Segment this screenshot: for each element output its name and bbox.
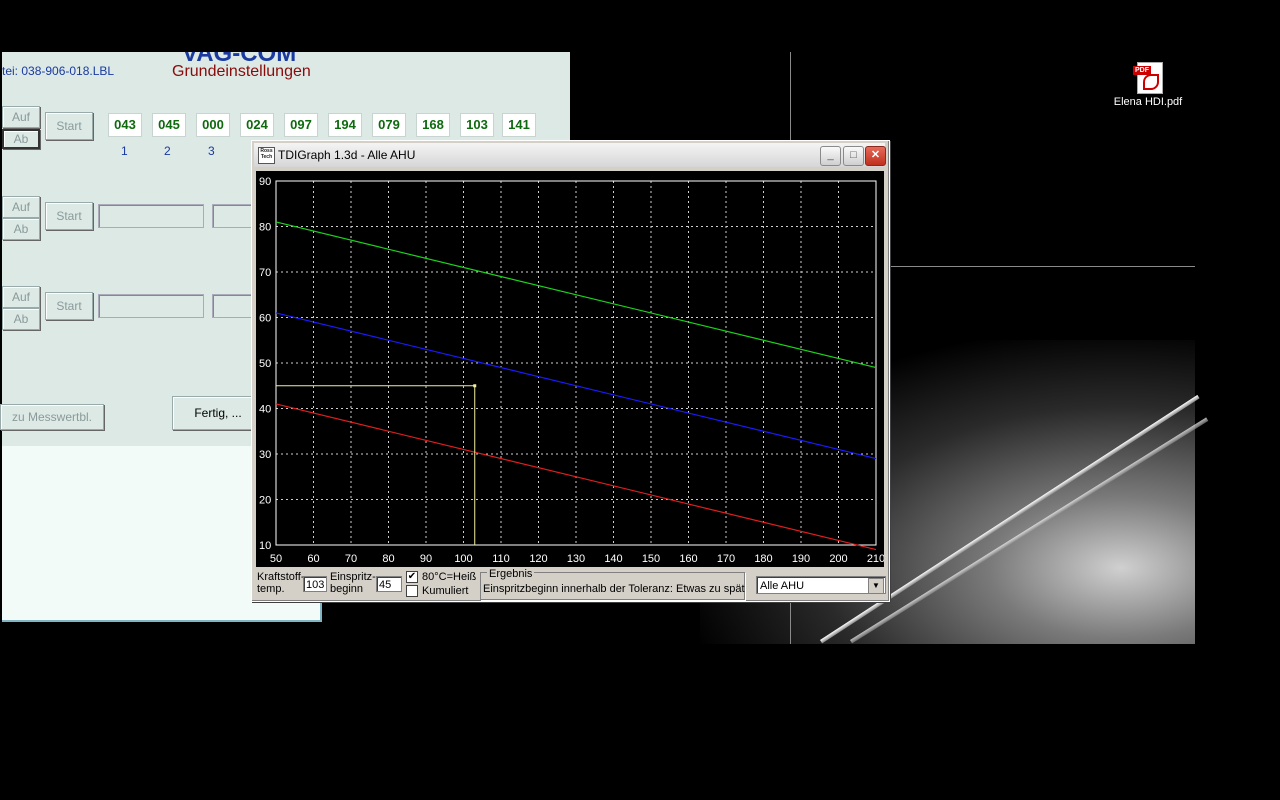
y-tick-label: 70 [259,267,271,279]
y-tick-label: 50 [259,358,271,370]
x-tick-label: 50 [270,553,282,565]
value-box: 103 [460,113,494,137]
value-box: 079 [372,113,406,137]
injection-start-input[interactable]: 45 [376,576,402,592]
marker-point [473,384,477,388]
hot-label: 80°C=Heiß [422,571,477,583]
profile-select-value: Alle AHU [760,580,805,592]
group2-up-button[interactable]: Auf [2,196,40,218]
x-tick-label: 180 [754,553,772,565]
hot-checkbox[interactable]: ✔ [406,571,418,583]
desktop-file-label: Elena HDI.pdf [1113,96,1183,108]
maximize-button[interactable]: □ [843,146,864,166]
series-line-1 [275,221,877,369]
group1-up-button[interactable]: Auf [2,106,40,128]
value-box: 141 [502,113,536,137]
x-tick-label: 160 [679,553,697,565]
window-title: TDIGraph 1.3d - Alle AHU [278,148,416,162]
value-box: 024 [240,113,274,137]
y-tick-label: 60 [259,313,271,325]
y-tick-label: 30 [259,449,271,461]
minimize-button[interactable]: _ [820,146,841,166]
x-tick-label: 110 [492,553,510,565]
page-heading: Grundeinstellungen [172,63,311,80]
profile-select[interactable]: Alle AHU ▼ [756,576,886,594]
wallpaper-line [888,266,1195,267]
cumulative-checkbox[interactable] [406,585,418,597]
group3-input[interactable] [98,294,204,318]
injection-timing-chart: 50 60 70 80 90 100 110 120 130 140 150 160 170 180 190… [259,176,884,565]
group3-up-button[interactable]: Auf [2,286,40,308]
result-text: Einspritzbeginn innerhalb der Toleranz: … [483,583,745,595]
y-tick-label: 10 [259,540,271,552]
group3-down-button[interactable]: Ab [2,308,40,330]
x-tick-label: 130 [567,553,585,565]
injection-start-label: Einspritz- beginn [330,571,376,595]
x-tick-label: 200 [829,553,847,565]
group2-down-button[interactable]: Ab [2,218,40,240]
x-tick-label: 170 [717,553,735,565]
window-titlebar[interactable]: Ross Tech TDIGraph 1.3d - Alle AHU _ □ ✕ [254,143,886,167]
x-tick-label: 120 [529,553,547,565]
x-tick-label: 70 [345,553,357,565]
label-file: tei: 038-906-018.LBL [2,64,115,78]
value-box: 043 [108,113,142,137]
cumulative-label: Kumuliert [422,585,469,597]
footer-controls: Kraftstoff- temp. 103 Einspritz- beginn … [256,568,886,600]
field-index: 1 [121,144,128,158]
y-tick-label: 40 [259,404,271,416]
x-tick-label: 80 [382,553,394,565]
value-box: 168 [416,113,450,137]
group1-down-button[interactable]: Ab [2,129,40,149]
group2-input[interactable] [98,204,204,228]
back-to-measure-button[interactable]: zu Messwertbl. [0,404,104,430]
close-button[interactable]: ✕ [865,146,886,166]
app-icon: Ross Tech [258,147,275,164]
x-tick-label: 100 [454,553,472,565]
field-index: 3 [208,144,215,158]
graph-area: 50 60 70 80 90 100 110 120 130 140 150 160 170 180 190… [256,171,884,567]
x-tick-label: 140 [604,553,622,565]
chevron-down-icon[interactable]: ▼ [868,578,884,594]
group3-start-button[interactable]: Start [45,292,93,320]
group2-input[interactable] [212,204,254,228]
value-box: 000 [196,113,230,137]
value-box: 097 [284,113,318,137]
group3-input[interactable] [212,294,254,318]
group1-start-button[interactable]: Start [45,112,93,140]
y-tick-label: 20 [259,495,271,507]
desktop-pdf-file[interactable]: PDF Elena HDI.pdf [1108,62,1188,108]
x-tick-label: 190 [792,553,810,565]
x-tick-label: 150 [642,553,660,565]
value-box: 194 [328,113,362,137]
tdigraph-window: Ross Tech TDIGraph 1.3d - Alle AHU _ □ ✕… [251,140,890,602]
group2-start-button[interactable]: Start [45,202,93,230]
y-tick-label: 90 [259,176,271,188]
x-tick-label: 60 [307,553,319,565]
pdf-icon: PDF [1133,62,1163,94]
x-tick-label: 210 [867,553,884,565]
fuel-temp-label: Kraftstoff- temp. [257,571,305,595]
y-tick-label: 80 [259,222,271,234]
result-group: Ergebnis Einspritzbeginn innerhalb der T… [480,568,745,600]
fuel-temp-input[interactable]: 103 [303,576,327,592]
value-box: 045 [152,113,186,137]
field-index: 2 [164,144,171,158]
result-title: Ergebnis [487,568,535,580]
x-tick-label: 90 [420,553,432,565]
